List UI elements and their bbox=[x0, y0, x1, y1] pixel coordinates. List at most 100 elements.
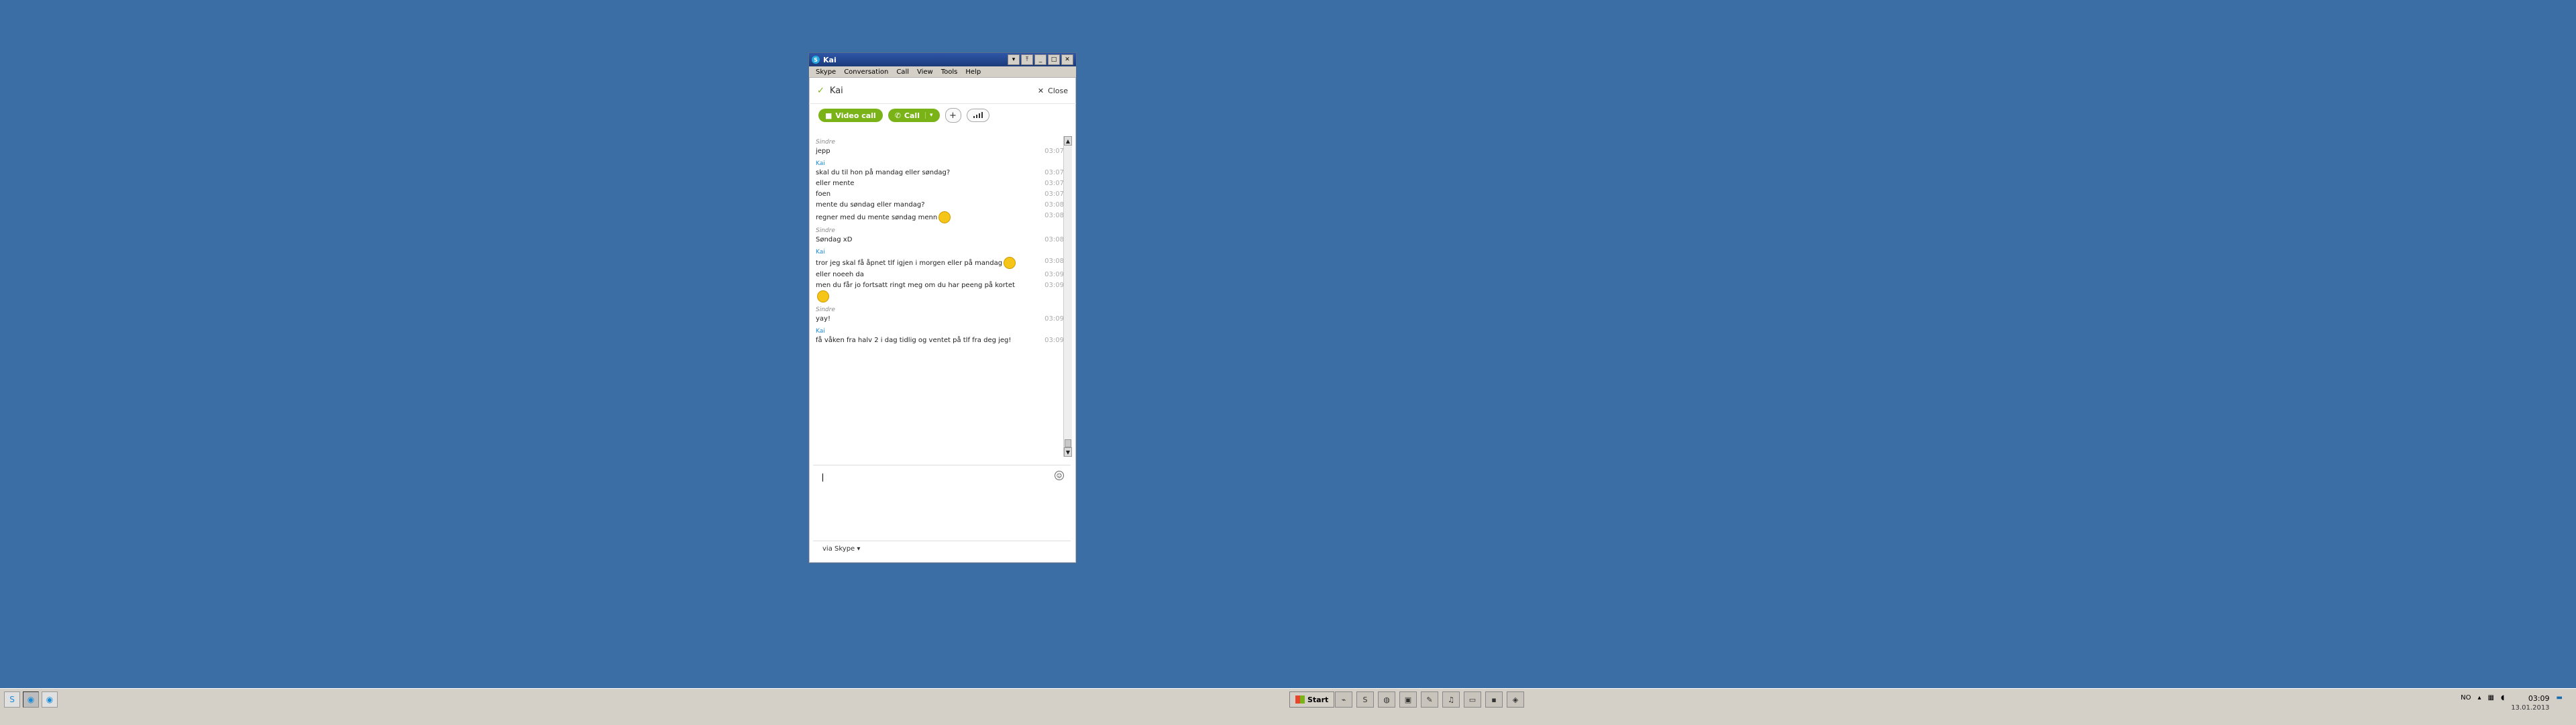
message-text: tror jeg skal få åpnet tlf igjen i morge… bbox=[816, 257, 1024, 269]
title-bar[interactable]: S Kai ▾ ⤒ _ □ ✕ bbox=[809, 53, 1076, 66]
video-call-button[interactable]: ■ Video call bbox=[818, 109, 883, 122]
chat-message: eller mente 03:07 bbox=[816, 179, 1064, 188]
show-desktop-icon[interactable]: ▬ bbox=[2557, 694, 2563, 702]
message-text-content: skal du til hon på mandag eller søndag? bbox=[816, 169, 951, 176]
message-sender: Sindre bbox=[816, 227, 835, 234]
message-text-content: få våken fra halv 2 i dag tidlig og vent… bbox=[816, 337, 1012, 344]
skype-app-icon[interactable]: S bbox=[1356, 691, 1374, 708]
message-text-content: yay! bbox=[816, 315, 830, 323]
network-icon[interactable]: ⌁ bbox=[1335, 691, 1352, 708]
terminal-icon[interactable]: ▪ bbox=[1485, 691, 1503, 708]
message-input[interactable]: ☺ bbox=[813, 465, 1071, 541]
chat-message: foen 03:07 bbox=[816, 190, 1064, 199]
call-button[interactable]: ✆ Call ▾ bbox=[888, 109, 940, 122]
contact-name[interactable]: Kai bbox=[830, 86, 843, 96]
chat-message: regner med du mente søndag menn 03:08 bbox=[816, 211, 1064, 223]
chevron-down-icon[interactable]: ▾ bbox=[924, 112, 933, 119]
media-icon[interactable]: ▣ bbox=[1399, 691, 1417, 708]
call-label: Call bbox=[904, 111, 920, 120]
message-time: 03:09 bbox=[1044, 315, 1064, 323]
contact-status-icon: ✓ bbox=[817, 85, 824, 96]
menu-tools[interactable]: Tools bbox=[937, 68, 962, 76]
message-text-content: Søndag xD bbox=[816, 236, 853, 243]
menu-conversation[interactable]: Conversation bbox=[840, 68, 892, 76]
skype-window-2-taskbar-icon[interactable]: ◉ bbox=[42, 691, 58, 708]
message-text-content: mente du søndag eller mandag? bbox=[816, 201, 925, 209]
close-icon: ✕ bbox=[1037, 86, 1044, 95]
message-sender: Kai bbox=[816, 328, 825, 335]
close-label: Close bbox=[1048, 86, 1068, 95]
message-text: skal du til hon på mandag eller søndag? bbox=[816, 168, 1024, 178]
emoticon-icon bbox=[938, 211, 951, 223]
message-text: mente du søndag eller mandag? bbox=[816, 201, 1024, 210]
phone-icon: ✆ bbox=[894, 111, 901, 120]
maximize-button[interactable]: □ bbox=[1048, 54, 1060, 65]
start-button[interactable]: Start bbox=[1289, 691, 1335, 708]
message-text: foen bbox=[816, 190, 1024, 199]
message-text: få våken fra halv 2 i dag tidlig og vent… bbox=[816, 336, 1024, 345]
message-text: regner med du mente søndag menn bbox=[816, 211, 1024, 223]
close-conversation-button[interactable]: ✕ Close bbox=[1038, 87, 1068, 95]
via-label: via Skype bbox=[822, 545, 855, 553]
message-time: 03:08 bbox=[1044, 236, 1064, 243]
dropdown-button[interactable]: ▾ bbox=[1008, 54, 1020, 65]
chat-message: eller noeeh da 03:09 bbox=[816, 270, 1064, 280]
signal-icon bbox=[973, 116, 975, 118]
message-sender: Sindre bbox=[816, 139, 835, 146]
tray-arrow-icon[interactable]: ▴ bbox=[2478, 694, 2481, 702]
menu-skype[interactable]: Skype bbox=[812, 68, 840, 76]
emoticon-icon bbox=[817, 290, 829, 302]
menu-view[interactable]: View bbox=[913, 68, 937, 76]
chat-history[interactable]: Sindre jepp 03:07 Kai skal du til hon på man… bbox=[816, 135, 1064, 457]
message-text: jepp bbox=[816, 147, 1024, 156]
browser-icon[interactable]: ◍ bbox=[1378, 691, 1395, 708]
minimize-button[interactable]: _ bbox=[1034, 54, 1046, 65]
menu-call[interactable]: Call bbox=[892, 68, 913, 76]
clock[interactable]: 03:09 13.01.2013 bbox=[2511, 694, 2549, 713]
message-time: 03:09 bbox=[1044, 282, 1064, 289]
chat-message: skal du til hon på mandag eller søndag? 0… bbox=[816, 168, 1064, 178]
via-skype-selector[interactable]: via Skype ▾ bbox=[822, 545, 860, 553]
network-tray-icon[interactable]: ▦ bbox=[2488, 694, 2494, 702]
call-quality-button[interactable] bbox=[966, 109, 989, 122]
chat-message: mente du søndag eller mandag? 03:08 bbox=[816, 201, 1064, 210]
message-time: 03:09 bbox=[1044, 337, 1064, 344]
scroll-thumb[interactable] bbox=[1065, 439, 1071, 447]
scroll-down-icon[interactable]: ▼ bbox=[1064, 447, 1072, 457]
message-text-content: eller noeeh da bbox=[816, 271, 864, 278]
chat-message: Søndag xD 03:08 bbox=[816, 235, 1064, 245]
emoticon-icon[interactable]: ☺ bbox=[1055, 471, 1064, 480]
scroll-up-icon[interactable]: ▲ bbox=[1064, 136, 1072, 146]
message-sender: Kai bbox=[816, 160, 825, 167]
system-tray: NO ▴ ▦ ◖ 03:09 13.01.2013 ▬ bbox=[2461, 694, 2563, 713]
editor-icon[interactable]: ✎ bbox=[1421, 691, 1438, 708]
add-button[interactable]: + bbox=[945, 108, 961, 123]
music-icon[interactable]: ♫ bbox=[1442, 691, 1460, 708]
message-time: 03:07 bbox=[1044, 169, 1064, 176]
message-time: 03:07 bbox=[1044, 180, 1064, 187]
chevron-down-icon: ▾ bbox=[857, 545, 861, 553]
start-label: Start bbox=[1307, 695, 1329, 704]
menu-help[interactable]: Help bbox=[961, 68, 985, 76]
video-call-label: Video call bbox=[835, 111, 876, 120]
message-text-content: foen bbox=[816, 190, 831, 198]
chat-scrollbar[interactable]: ▲ ▼ bbox=[1063, 136, 1072, 457]
message-text-content: tror jeg skal få åpnet tlf igjen i morge… bbox=[816, 260, 1003, 267]
emoticon-icon bbox=[1004, 257, 1016, 269]
chat-message: tror jeg skal få åpnet tlf igjen i morge… bbox=[816, 257, 1064, 269]
app-icon[interactable]: ◈ bbox=[1507, 691, 1524, 708]
message-text: eller mente bbox=[816, 179, 1024, 188]
volume-icon[interactable]: ◖ bbox=[2501, 694, 2504, 702]
skype-window-taskbar-icon[interactable]: ◉ bbox=[23, 691, 39, 708]
call-toolbar: ■ Video call ✆ Call ▾ + bbox=[809, 104, 1076, 127]
display-icon[interactable]: ▭ bbox=[1464, 691, 1481, 708]
message-text-content: eller mente bbox=[816, 180, 855, 187]
plus-icon: + bbox=[949, 110, 957, 121]
skype-taskbar-icon[interactable]: S bbox=[4, 691, 20, 708]
language-indicator[interactable]: NO bbox=[2461, 694, 2471, 702]
message-text-content: men du får jo fortsatt ringt meg om du h… bbox=[816, 282, 1015, 289]
chat-message: få våken fra halv 2 i dag tidlig og vent… bbox=[816, 336, 1064, 345]
close-window-button[interactable]: ✕ bbox=[1061, 54, 1073, 65]
pin-button[interactable]: ⤒ bbox=[1021, 54, 1033, 65]
message-time: 03:07 bbox=[1044, 148, 1064, 155]
